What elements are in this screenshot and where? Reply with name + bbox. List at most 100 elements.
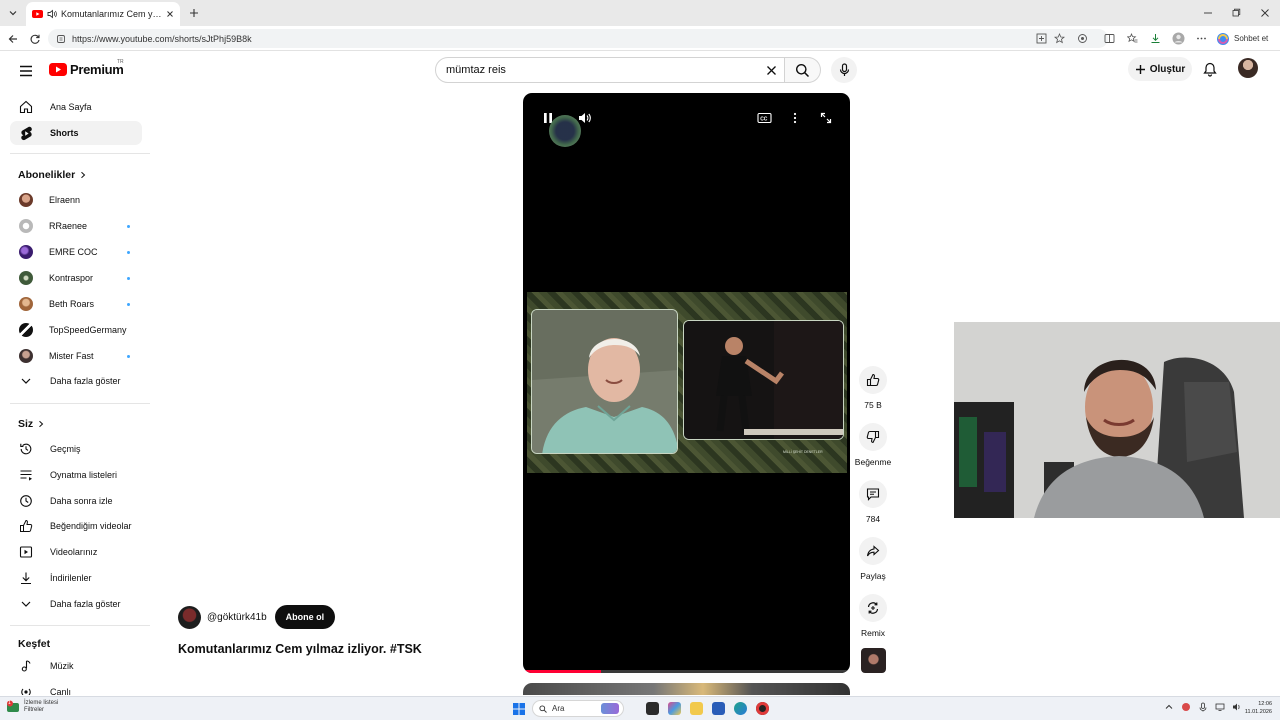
channel-avatar[interactable]	[178, 605, 201, 629]
youtube-premium-logo[interactable]: Premium TR	[49, 59, 124, 77]
comment-count: 784	[865, 514, 881, 524]
chevron-right-icon	[39, 420, 44, 428]
sidebar-item-elraenn[interactable]: Elraenn	[10, 188, 142, 212]
next-short-preview[interactable]	[523, 683, 850, 695]
remix-button[interactable]: Remix	[852, 594, 894, 638]
taskbar-app-obs[interactable]	[756, 702, 769, 715]
subscriptions-heading[interactable]: Abonelikler	[18, 169, 87, 181]
taskbar-widget[interactable]: 1 İzleme listesi Filtreler	[6, 700, 58, 714]
audio-playing-icon[interactable]	[47, 9, 57, 19]
sidebar-item-liked-videos[interactable]: Beğendiğim videolar	[10, 514, 142, 538]
close-window-button[interactable]	[1250, 0, 1280, 26]
taskbar-app-edge[interactable]	[734, 702, 747, 715]
close-icon[interactable]	[166, 10, 174, 18]
taskbar-app-store[interactable]	[712, 702, 725, 715]
sidebar-item-watch-later[interactable]: Daha sonra izle	[10, 489, 142, 513]
sidebar-item-label: Müzik	[50, 661, 74, 671]
widget-badge: 1	[8, 700, 11, 706]
fullscreen-button[interactable]	[817, 109, 835, 127]
sidebar-item-emre-coc[interactable]: EMRE COC	[10, 240, 142, 264]
player-more-button[interactable]	[786, 109, 804, 127]
profile-button[interactable]	[1171, 31, 1186, 46]
restore-button[interactable]	[1221, 0, 1251, 26]
favorite-button[interactable]	[1052, 31, 1067, 46]
video-progress-fill	[523, 670, 602, 673]
sidebar-item-downloads[interactable]: İndirilenler	[10, 566, 142, 590]
performer-on-stage-image	[684, 321, 843, 439]
video-inset-left	[531, 309, 678, 454]
tray-network-icon[interactable]	[1215, 702, 1225, 712]
like-button[interactable]: 75 B	[852, 366, 894, 410]
taskbar-clock[interactable]: 12:06 11.01.2026	[1236, 700, 1272, 716]
reload-button[interactable]	[27, 31, 43, 47]
split-screen-button[interactable]	[1102, 31, 1117, 46]
tray-mic-icon[interactable]	[1198, 702, 1208, 712]
show-more-subscriptions[interactable]: Daha fazla göster	[10, 369, 142, 393]
copilot-button[interactable]: Sohbet et	[1216, 30, 1268, 47]
expand-icon	[820, 112, 832, 124]
subscribe-button[interactable]: Abone ol	[274, 605, 336, 629]
sidebar-item-history[interactable]: Geçmiş	[10, 437, 142, 461]
sidebar-item-music[interactable]: Müzik	[10, 654, 142, 678]
new-tab-button[interactable]	[186, 5, 202, 21]
shorts-player[interactable]: CC MİLLİ ŞEHİT DENETLER	[523, 93, 850, 673]
sidebar-item-label: Shorts	[50, 128, 79, 138]
taskbar-app-task-view[interactable]	[646, 702, 659, 715]
search-box[interactable]	[435, 57, 785, 83]
sidebar-item-shorts[interactable]: Shorts	[10, 121, 142, 145]
taskbar-search[interactable]: Ara	[532, 700, 624, 717]
browser-tab-active[interactable]: Komutanlarımız Cem yılmaz iz	[26, 2, 180, 26]
start-button[interactable]	[512, 702, 525, 715]
video-overlay-caption: MİLLİ ŞEHİT DENETLER	[783, 450, 823, 454]
app-available-button[interactable]	[1034, 31, 1049, 46]
tray-chevron-up-icon[interactable]	[1164, 702, 1174, 712]
sidebar-item-beth-roars[interactable]: Beth Roars	[10, 292, 142, 316]
video-progress-bar[interactable]	[523, 670, 850, 673]
downloads-icon	[21, 572, 31, 585]
guide-menu-button[interactable]	[16, 61, 36, 81]
site-info-icon[interactable]	[56, 34, 66, 44]
favorites-button[interactable]	[1125, 31, 1140, 46]
downloads-button[interactable]	[1148, 31, 1163, 46]
search-input[interactable]	[446, 64, 758, 76]
favorites-star-icon	[1127, 33, 1138, 43]
address-bar[interactable]: https://www.youtube.com/shorts/sJtPhj59B…	[48, 29, 1108, 48]
webcam-overlay	[954, 322, 1280, 518]
search-button[interactable]	[785, 57, 821, 83]
sidebar-item-your-videos[interactable]: Videolarınız	[10, 540, 142, 564]
voice-search-button[interactable]	[831, 57, 857, 83]
notifications-button[interactable]	[1200, 59, 1220, 79]
sidebar-item-home[interactable]: Ana Sayfa	[10, 95, 142, 119]
minimize-button[interactable]	[1193, 0, 1223, 26]
search-icon	[796, 63, 810, 77]
share-button[interactable]: Paylaş	[852, 537, 894, 581]
search-clear-button[interactable]	[758, 58, 784, 82]
sidebar-item-label: Ana Sayfa	[50, 102, 92, 112]
taskbar-app-copilot[interactable]	[668, 702, 681, 715]
taskbar-app-file-explorer[interactable]	[690, 702, 703, 715]
sidebar-item-label: Geçmiş	[50, 444, 81, 454]
account-avatar[interactable]	[1238, 58, 1258, 78]
sidebar-item-mister-fast[interactable]: Mister Fast	[10, 344, 142, 368]
channel-watermark	[549, 115, 581, 147]
audio-source-thumbnail[interactable]	[861, 648, 886, 673]
chevron-down-icon	[21, 601, 31, 607]
sidebar-item-playlists[interactable]: Oynatma listeleri	[10, 463, 142, 487]
you-heading[interactable]: Siz	[18, 418, 45, 430]
tray-security-icon[interactable]	[1181, 702, 1191, 712]
comments-button[interactable]: 784	[852, 480, 894, 524]
channel-handle[interactable]: @göktürk41b	[207, 612, 267, 623]
more-options-button[interactable]	[1194, 31, 1209, 46]
sidebar-item-live[interactable]: Canlı	[10, 680, 142, 695]
captions-button[interactable]: CC	[755, 109, 773, 127]
extensions-button[interactable]	[1075, 31, 1090, 46]
show-more-you[interactable]: Daha fazla göster	[10, 592, 142, 616]
dislike-button[interactable]: Beğenme	[852, 423, 894, 467]
tab-list-button[interactable]	[4, 4, 22, 22]
sidebar-item-kontraspor[interactable]: Kontraspor	[10, 266, 142, 290]
sidebar-item-topspeedgermany[interactable]: TopSpeedGermany	[10, 318, 142, 342]
sidebar-item-rraenee[interactable]: RRaenee	[10, 214, 142, 238]
back-button[interactable]	[5, 31, 21, 47]
channel-avatar	[19, 271, 33, 285]
create-button[interactable]: Oluştur	[1128, 57, 1192, 81]
